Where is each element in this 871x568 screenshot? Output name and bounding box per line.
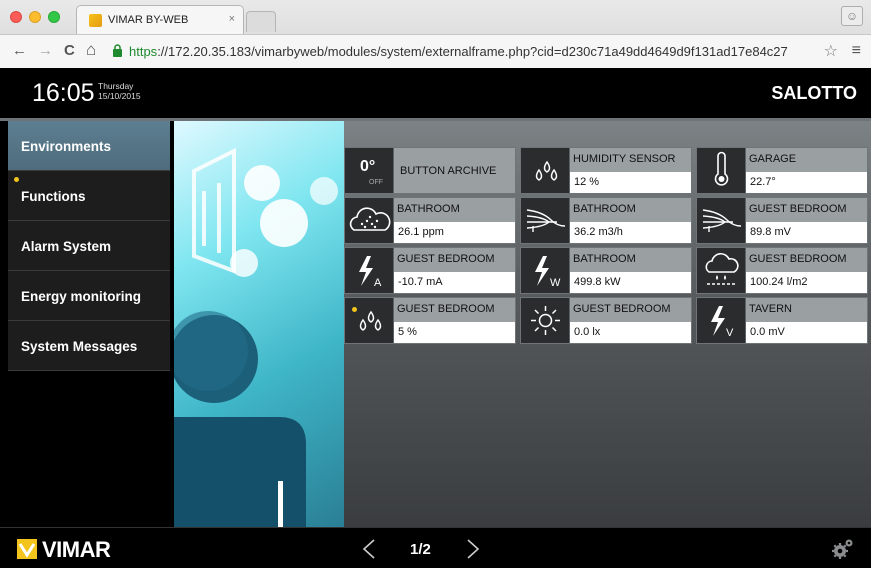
tile-value: 100.24 l/m2: [746, 272, 867, 293]
light-sensor-icon: [521, 298, 570, 343]
tile-label: GUEST BEDROOM: [397, 253, 495, 265]
home-button[interactable]: ⌂: [86, 40, 96, 60]
tile-value: 22.7°: [746, 172, 867, 193]
airflow-icon: [697, 198, 746, 243]
devices-panel: 0° OFF BUTTON ARCHIVE HUMIDITY SENSOR 12…: [344, 121, 871, 527]
bookmark-star-icon[interactable]: ☆: [824, 41, 838, 61]
device-tile[interactable]: BATHROOM 36.2 m3/h: [520, 197, 692, 244]
current-icon: A: [345, 248, 394, 293]
back-button[interactable]: ←: [12, 42, 27, 59]
tile-label: BATHROOM: [573, 203, 636, 215]
address-bar[interactable]: https://172.20.35.183/vimarbyweb/modules…: [107, 41, 842, 63]
device-tile[interactable]: A GUEST BEDROOM -10.7 mA: [344, 247, 516, 294]
settings-gear-icon[interactable]: [830, 537, 854, 561]
sidebar: Environments Functions Alarm System Ener…: [8, 121, 170, 525]
device-tile[interactable]: GUEST BEDROOM 89.8 mV: [696, 197, 868, 244]
tile-value: 26.1 ppm: [394, 222, 515, 243]
button-archive-icon: 0° OFF: [345, 148, 394, 193]
humidity-icon: [345, 298, 394, 343]
sidebar-item-energy-monitoring[interactable]: Energy monitoring: [8, 271, 170, 321]
device-tile[interactable]: 0° OFF BUTTON ARCHIVE: [344, 147, 516, 194]
tile-value: 36.2 m3/h: [570, 222, 691, 243]
device-tile[interactable]: BATHROOM 26.1 ppm: [344, 197, 516, 244]
app-footer: VIMAR 1/2: [0, 527, 871, 568]
profile-icon[interactable]: ☺: [841, 6, 863, 26]
previous-page-icon[interactable]: [362, 538, 376, 560]
notification-dot: [14, 177, 19, 182]
tile-value: 499.8 kW: [570, 272, 691, 293]
tile-value: -10.7 mA: [394, 272, 515, 293]
tile-value: 89.8 mV: [746, 222, 867, 243]
tab-title: VIMAR BY-WEB: [108, 14, 189, 26]
tab-close-icon[interactable]: ×: [229, 13, 235, 25]
reload-button[interactable]: C: [64, 42, 75, 59]
svg-text:V: V: [726, 327, 734, 339]
svg-text:A: A: [374, 277, 382, 289]
thermometer-icon: [697, 148, 746, 193]
svg-text:W: W: [550, 277, 561, 289]
person-illustration-icon: [174, 147, 338, 527]
device-tile[interactable]: GUEST BEDROOM 5 %: [344, 297, 516, 344]
browser-chrome: VIMAR BY-WEB × ☺ ← → C ⌂ https://172.20.…: [0, 0, 871, 68]
tile-label: HUMIDITY SENSOR: [573, 153, 676, 165]
tile-label: BATHROOM: [573, 253, 636, 265]
tile-label: GUEST BEDROOM: [749, 203, 847, 215]
tile-value: 0.0 lx: [570, 322, 691, 343]
device-tile[interactable]: W BATHROOM 499.8 kW: [520, 247, 692, 294]
voltage-icon: V: [697, 298, 746, 343]
environment-illustration: [174, 121, 344, 527]
tile-value: 0.0 mV: [746, 322, 867, 343]
sidebar-item-system-messages[interactable]: System Messages: [8, 321, 170, 371]
minimize-window-button[interactable]: [29, 11, 41, 23]
power-icon: W: [521, 248, 570, 293]
sidebar-item-environments[interactable]: Environments: [8, 121, 170, 171]
app-header: 16:05 Thursday 15/10/2015 SALOTTO: [0, 69, 871, 118]
rain-icon: [697, 248, 746, 293]
air-quality-icon: [345, 198, 394, 243]
device-tile[interactable]: HUMIDITY SENSOR 12 %: [520, 147, 692, 194]
lock-icon: [113, 44, 122, 57]
tile-label: BATHROOM: [397, 203, 460, 215]
close-window-button[interactable]: [10, 11, 22, 23]
humidity-icon: [521, 148, 570, 193]
sidebar-item-functions[interactable]: Functions: [8, 171, 170, 221]
tile-value: 12 %: [570, 172, 691, 193]
next-page-icon[interactable]: [466, 538, 480, 560]
zoom-window-button[interactable]: [48, 11, 60, 23]
tile-label: GUEST BEDROOM: [749, 253, 847, 265]
device-tile[interactable]: GUEST BEDROOM 0.0 lx: [520, 297, 692, 344]
url-text: https://172.20.35.183/vimarbyweb/modules…: [129, 44, 788, 59]
device-tile[interactable]: GARAGE 22.7°: [696, 147, 868, 194]
clock-date: Thursday 15/10/2015: [98, 81, 141, 101]
device-tile[interactable]: V TAVERN 0.0 mV: [696, 297, 868, 344]
clock-weekday: Thursday: [98, 81, 134, 91]
new-tab-button[interactable]: [246, 11, 276, 32]
vimar-logo-icon: [17, 539, 37, 559]
page-indicator: 1/2: [410, 541, 431, 558]
browser-menu-icon[interactable]: ≡: [852, 42, 861, 60]
device-tile[interactable]: GUEST BEDROOM 100.24 l/m2: [696, 247, 868, 294]
airflow-icon: [521, 198, 570, 243]
tile-label: GUEST BEDROOM: [573, 303, 671, 315]
tile-label: TAVERN: [749, 303, 792, 315]
tile-label: GUEST BEDROOM: [397, 303, 495, 315]
browser-tab[interactable]: VIMAR BY-WEB ×: [76, 5, 244, 34]
forward-button[interactable]: →: [38, 42, 53, 59]
clock-time: 16:05: [32, 79, 95, 107]
browser-toolbar: ← → C ⌂ https://172.20.35.183/vimarbyweb…: [0, 34, 871, 68]
clock-day: 15/10/2015: [98, 91, 141, 101]
sidebar-item-alarm-system[interactable]: Alarm System: [8, 221, 170, 271]
tile-value: 5 %: [394, 322, 515, 343]
tile-label: GARAGE: [749, 153, 797, 165]
tile-label: BUTTON ARCHIVE: [400, 165, 497, 177]
window-controls: [10, 11, 60, 23]
vimar-logo-text: VIMAR: [42, 537, 111, 562]
room-title: SALOTTO: [771, 83, 857, 103]
vimar-favicon-icon: [89, 14, 102, 27]
